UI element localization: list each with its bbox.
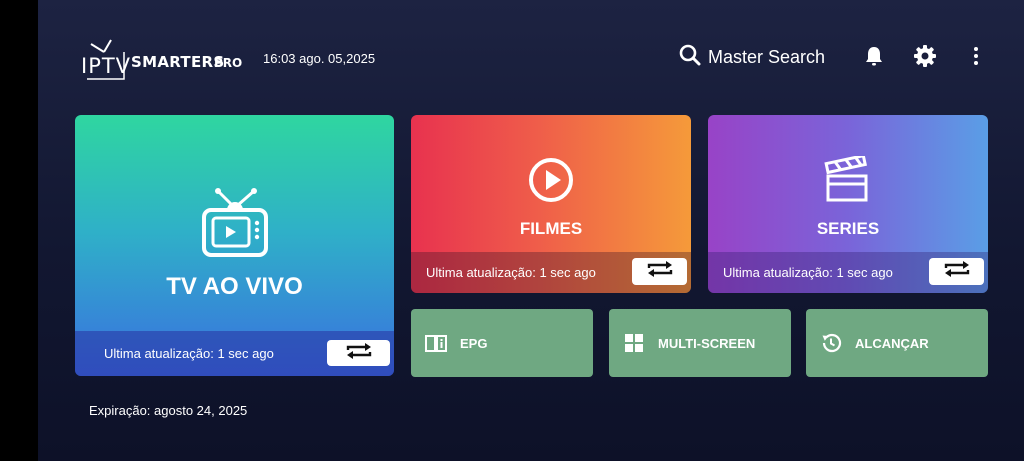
book-info-icon <box>424 331 448 355</box>
more-vert-icon[interactable] <box>964 44 988 68</box>
live-tv-card[interactable]: TV AO VIVO Ultima atualização: 1 sec ago <box>75 115 394 376</box>
movies-update-text: Ultima atualização: 1 sec ago <box>426 265 596 280</box>
tv-icon <box>201 185 269 268</box>
movies-refresh-button[interactable] <box>632 258 687 285</box>
clapperboard-icon <box>824 153 872 209</box>
master-search-button[interactable]: Master Search <box>679 44 825 70</box>
series-title: SERIES <box>816 219 880 238</box>
series-footer: Ultima atualização: 1 sec ago <box>708 252 988 293</box>
logo-smarters-text: SMARTERS <box>131 53 225 71</box>
logo-iptv-text: IPTV <box>81 54 132 78</box>
master-search-label: Master Search <box>708 46 826 67</box>
expiry-text: Expiração: agosto 24, 2025 <box>89 403 248 418</box>
refresh-icon <box>646 260 674 283</box>
series-refresh-button[interactable] <box>929 258 984 285</box>
multi-screen-label: MULTI-SCREEN <box>658 335 756 351</box>
movies-footer: Ultima atualização: 1 sec ago <box>411 252 691 293</box>
logo-pro-text: PRO <box>214 56 243 70</box>
date-time: 16:03 ago. 05,2025 <box>263 51 376 66</box>
live-tv-title: TV AO VIVO <box>166 273 303 300</box>
live-tv-footer: Ultima atualização: 1 sec ago <box>75 331 394 376</box>
catchup-label: ALCANÇAR <box>855 335 929 351</box>
search-icon <box>679 44 701 71</box>
gear-icon[interactable] <box>913 44 937 68</box>
movies-card[interactable]: FILMES Ultima atualização: 1 sec ago <box>411 115 691 293</box>
app-logo: IPTV SMARTERS PRO <box>79 32 244 84</box>
catchup-tile[interactable]: ALCANÇAR <box>806 309 988 377</box>
multi-screen-tile[interactable]: MULTI-SCREEN <box>609 309 791 377</box>
movies-title: FILMES <box>519 219 583 238</box>
refresh-icon <box>943 260 971 283</box>
epg-label: EPG <box>460 335 488 351</box>
live-tv-update-text: Ultima atualização: 1 sec ago <box>104 346 274 361</box>
live-tv-refresh-button[interactable] <box>327 340 390 366</box>
refresh-icon <box>345 342 373 365</box>
series-update-text: Ultima atualização: 1 sec ago <box>723 265 893 280</box>
grid-icon <box>622 331 646 355</box>
bell-icon[interactable] <box>862 44 886 68</box>
epg-tile[interactable]: EPG <box>411 309 593 377</box>
history-icon <box>819 331 843 355</box>
play-circle-icon <box>527 156 575 209</box>
series-card[interactable]: SERIES Ultima atualização: 1 sec ago <box>708 115 988 293</box>
